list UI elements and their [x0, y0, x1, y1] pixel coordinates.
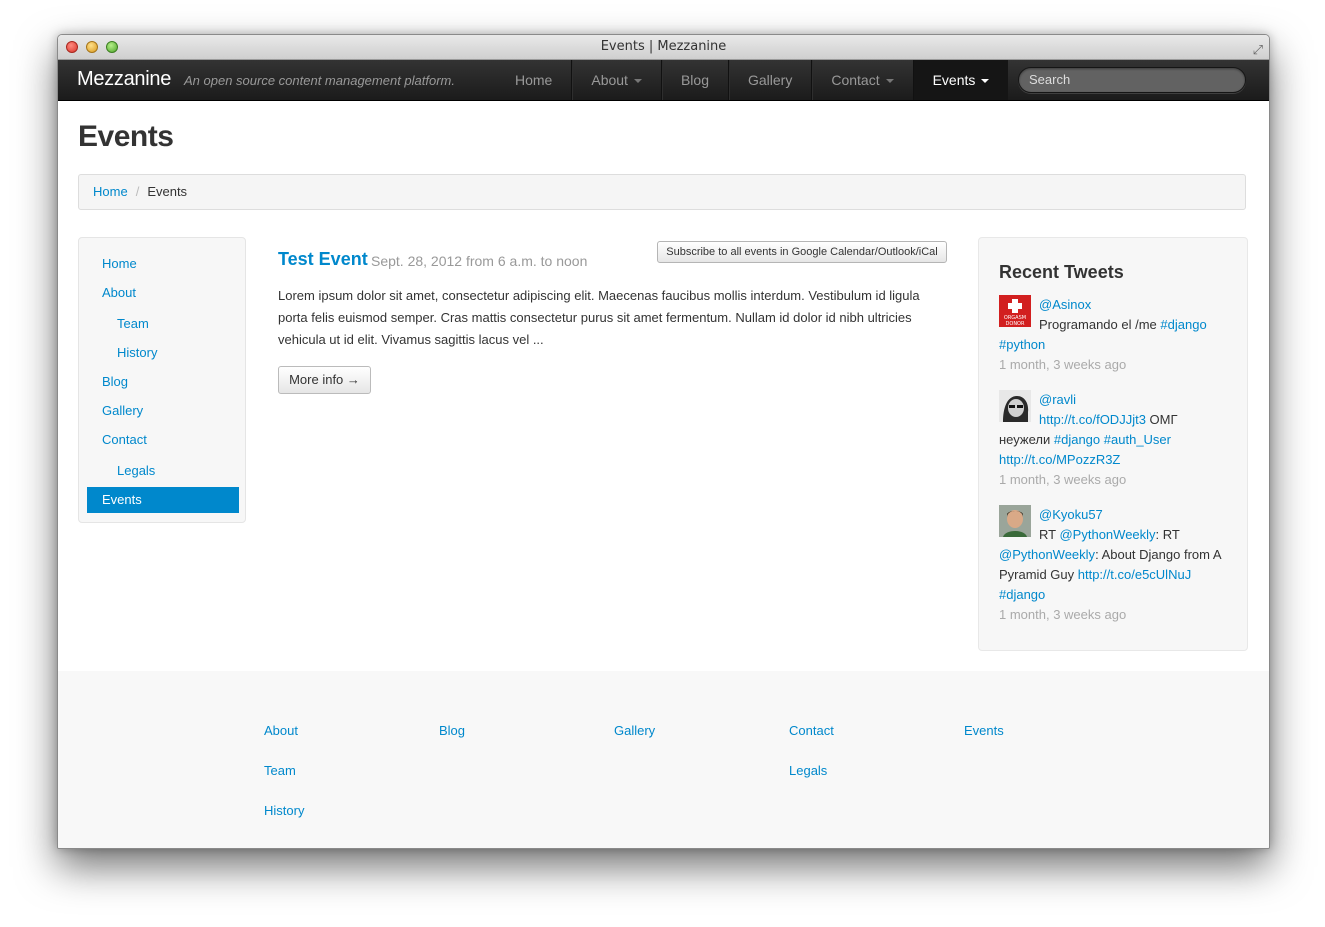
tweet-user-link[interactable]: @Asinox — [1039, 297, 1091, 312]
footer: About Team History Blog Gallery Contact … — [58, 671, 1269, 848]
breadcrumb-current: Events — [147, 184, 188, 199]
breadcrumb: Home / Events — [78, 174, 1246, 210]
caret-down-icon — [885, 79, 894, 84]
event-title-link[interactable]: Test Event — [278, 249, 368, 270]
sidebar-item-team[interactable]: Team — [117, 316, 149, 331]
page-title: Events — [78, 120, 174, 153]
tweet-text: ОМГ — [1145, 412, 1178, 427]
tweet-text: Programando el /me — [1039, 317, 1157, 332]
tweet-time: 1 month, 3 weeks ago — [999, 357, 1127, 372]
sidebar-item-blog[interactable]: Blog — [102, 374, 128, 389]
nav-item-gallery[interactable]: Gallery — [729, 60, 813, 100]
recent-tweets-panel: Recent Tweets ORGASM DONOR @Asinox Progr… — [978, 237, 1248, 651]
footer-link-legals[interactable]: Legals — [789, 763, 827, 778]
event-description: Lorem ipsum dolor sit amet, consectetur … — [278, 288, 920, 347]
nav-item-events[interactable]: Events — [913, 60, 1009, 100]
window-controls — [66, 41, 118, 53]
footer-link-team[interactable]: Team — [264, 763, 296, 778]
hashtag-link[interactable]: #django — [1054, 432, 1100, 447]
tweet-url-link[interactable]: http://t.co/fODJJjt3 — [1039, 412, 1146, 427]
nav-label: Events — [932, 72, 976, 88]
more-info-button[interactable]: More info → — [278, 366, 371, 394]
footer-link-events[interactable]: Events — [964, 723, 1004, 738]
nav-label: Blog — [680, 72, 709, 88]
mention-link[interactable]: @PythonWeekly — [1059, 527, 1155, 542]
sidebar-item-events[interactable]: Events — [87, 487, 239, 513]
tweet-time: 1 month, 3 weeks ago — [999, 607, 1127, 622]
tweet-item: ORGASM DONOR @Asinox Programando el /me … — [999, 295, 1229, 375]
tweet-item: @ravli http://t.co/fODJJjt3 ОМГ неужели … — [999, 390, 1229, 490]
tweet-url-link[interactable]: http://t.co/e5cUlNuJ — [1078, 567, 1191, 582]
tweet-item: @Kyoku57 RT @PythonWeekly: RT @PythonWee… — [999, 505, 1229, 625]
footer-link-contact[interactable]: Contact — [789, 723, 834, 738]
sidebar-item-gallery[interactable]: Gallery — [102, 403, 143, 418]
tweet-text: : RT — [1155, 527, 1180, 542]
window-titlebar: Events | Mezzanine ⤢ — [58, 35, 1269, 60]
tweet-url-link[interactable]: http://t.co/MPozzR3Z — [999, 452, 1120, 467]
sidebar-item-legals[interactable]: Legals — [117, 463, 155, 478]
sidebar-nav: Home About Team History Blog Gallery Con… — [78, 237, 246, 523]
minimize-window-button[interactable] — [86, 41, 98, 53]
sidebar-item-about[interactable]: About — [102, 285, 136, 300]
nav-item-contact[interactable]: Contact — [812, 60, 914, 100]
avatar[interactable] — [999, 390, 1031, 422]
caret-down-icon — [633, 79, 642, 84]
hashtag-link[interactable]: #python — [999, 337, 1045, 352]
caret-down-icon — [981, 79, 990, 84]
tweets-heading: Recent Tweets — [999, 262, 1124, 282]
avatar[interactable] — [999, 505, 1031, 537]
subscribe-calendar-button[interactable]: Subscribe to all events in Google Calend… — [657, 241, 947, 263]
window-title: Events | Mezzanine — [600, 39, 727, 54]
mention-link[interactable]: @PythonWeekly — [999, 547, 1095, 562]
tweet-text: неужели — [999, 432, 1054, 447]
site-tagline: An open source content management platfo… — [184, 73, 455, 88]
sidebar-item-history[interactable]: History — [117, 345, 157, 360]
browser-window: Events | Mezzanine ⤢ Mezzanine An open s… — [57, 34, 1270, 849]
tweet-text: : About Django from A — [1095, 547, 1222, 562]
sidebar-item-contact[interactable]: Contact — [102, 432, 147, 447]
tweet-time: 1 month, 3 weeks ago — [999, 472, 1127, 487]
top-navbar: Mezzanine An open source content managem… — [58, 60, 1269, 101]
brand-logo[interactable]: Mezzanine — [77, 68, 171, 91]
main-nav: Home About Blog Gallery Contact Events — [496, 60, 1009, 100]
nav-item-about[interactable]: About — [572, 60, 662, 100]
tweet-user-link[interactable]: @Kyoku57 — [1039, 507, 1103, 522]
svg-text:DONOR: DONOR — [1006, 321, 1025, 327]
nav-label: Contact — [831, 72, 880, 88]
search-input[interactable]: Search — [1018, 67, 1246, 93]
breadcrumb-separator: / — [135, 184, 140, 199]
footer-link-history[interactable]: History — [264, 803, 304, 818]
close-window-button[interactable] — [66, 41, 78, 53]
nav-label: About — [591, 72, 628, 88]
zoom-window-button[interactable] — [106, 41, 118, 53]
sidebar-item-home[interactable]: Home — [102, 256, 137, 271]
avatar[interactable]: ORGASM DONOR — [999, 295, 1031, 327]
footer-link-blog[interactable]: Blog — [439, 723, 465, 738]
nav-item-home[interactable]: Home — [496, 60, 573, 100]
hashtag-link[interactable]: #auth_User — [1104, 432, 1171, 447]
nav-label: Home — [515, 72, 553, 88]
footer-link-about[interactable]: About — [264, 723, 298, 738]
breadcrumb-home-link[interactable]: Home — [93, 184, 128, 199]
tweet-text: RT — [1039, 527, 1060, 542]
tweet-user-link[interactable]: @ravli — [1039, 392, 1076, 407]
event-date: Sept. 28, 2012 from 6 a.m. to noon — [371, 253, 588, 269]
footer-link-gallery[interactable]: Gallery — [614, 723, 655, 738]
nav-label: Gallery — [747, 72, 793, 88]
tweet-text: Pyramid Guy — [999, 567, 1078, 582]
hashtag-link[interactable]: #django — [999, 587, 1045, 602]
nav-item-blog[interactable]: Blog — [662, 60, 729, 100]
hashtag-link[interactable]: #django — [1160, 317, 1206, 332]
